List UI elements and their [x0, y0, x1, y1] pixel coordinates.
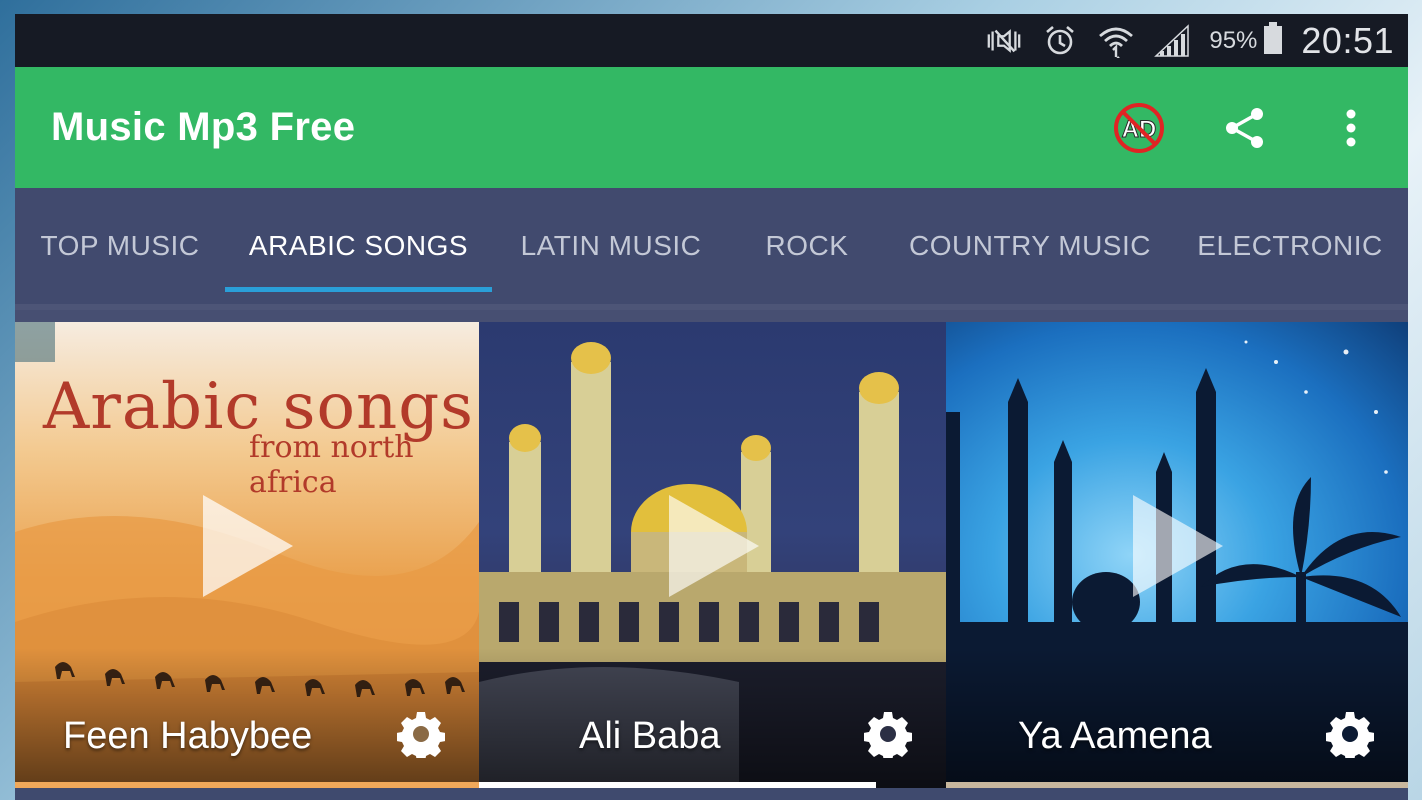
play-icon[interactable]: [197, 491, 297, 601]
wifi-icon: [1097, 22, 1135, 60]
settings-icon[interactable]: [1326, 710, 1374, 758]
more-vert-icon: [1346, 109, 1356, 146]
song-card[interactable]: Ali Baba: [479, 322, 946, 788]
tab-electronic[interactable]: ELECTRONIC: [1197, 188, 1382, 304]
art-subtitle: from north africa: [249, 430, 414, 500]
play-icon[interactable]: [663, 491, 763, 601]
app-bar: Music Mp3 Free AD: [15, 67, 1408, 188]
song-title: Ali Baba: [579, 715, 721, 757]
battery-percent: 95%: [1209, 26, 1258, 54]
card-underline: [946, 782, 1408, 788]
signal-icon: [1153, 22, 1191, 60]
card-underline: [479, 782, 876, 788]
app-screen: 95% 20:51 Music Mp3 Free AD: [15, 14, 1408, 800]
no-ads-icon: AD: [1114, 102, 1164, 153]
share-button[interactable]: [1218, 101, 1272, 155]
clock: 20:51: [1301, 19, 1394, 61]
alarm-icon: [1041, 22, 1079, 60]
tab-top-music[interactable]: TOP MUSIC: [40, 188, 199, 304]
card-underline: [15, 782, 479, 788]
song-title: Ya Aamena: [1018, 715, 1212, 757]
more-options-button[interactable]: [1324, 101, 1378, 155]
song-title: Feen Habybee: [63, 715, 313, 757]
tab-latin-music[interactable]: LATIN MUSIC: [518, 188, 704, 304]
settings-icon[interactable]: [397, 710, 445, 758]
song-grid: Arabic songs from north africa Feen Haby…: [15, 322, 1408, 800]
tab-rock[interactable]: ROCK: [765, 188, 849, 304]
mute-vibrate-icon: [985, 22, 1023, 60]
song-card[interactable]: Arabic songs from north africa Feen Haby…: [15, 322, 479, 788]
battery-indicator: 95%: [1209, 21, 1283, 60]
tab-divider: [15, 304, 1408, 322]
status-bar: 95% 20:51: [15, 14, 1408, 67]
category-tabs: TOP MUSIC ARABIC SONGS LATIN MUSIC ROCK …: [15, 188, 1408, 304]
song-card[interactable]: Ya Aamena: [946, 322, 1408, 788]
play-icon[interactable]: [1127, 491, 1227, 601]
tab-country-music[interactable]: COUNTRY MUSIC: [909, 188, 1150, 304]
settings-icon[interactable]: [864, 710, 912, 758]
share-icon: [1226, 107, 1263, 148]
app-title: Music Mp3 Free: [51, 105, 356, 149]
tab-arabic-songs[interactable]: ARABIC SONGS: [225, 188, 492, 304]
battery-icon: [1263, 21, 1283, 60]
app-bar-actions: AD: [1112, 67, 1378, 188]
no-ads-button[interactable]: AD: [1112, 101, 1166, 155]
